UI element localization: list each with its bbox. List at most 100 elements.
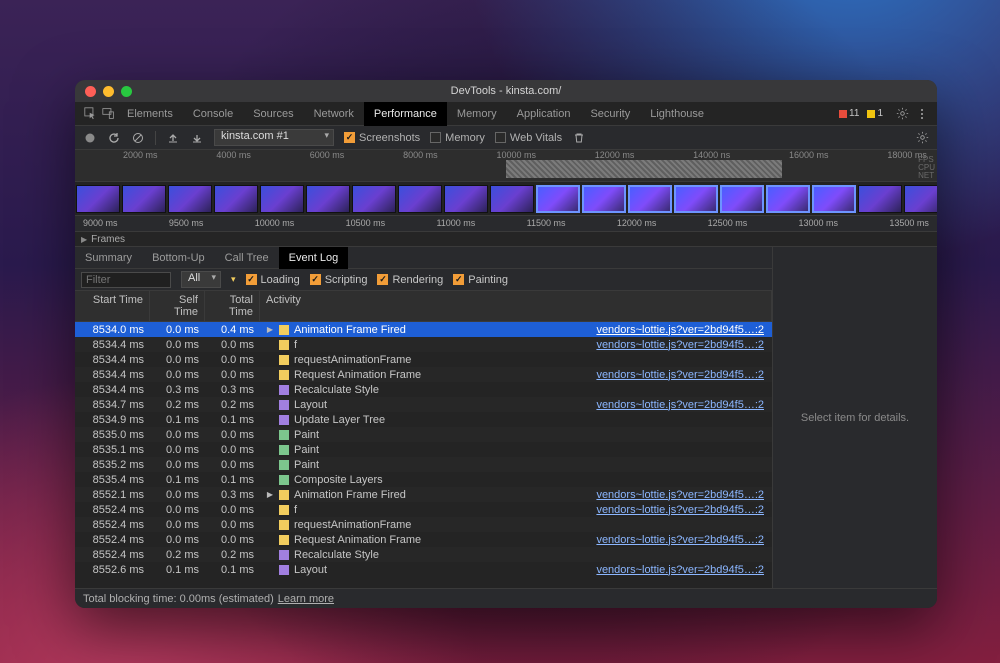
col-self-time[interactable]: Self Time: [150, 291, 205, 321]
maximize-icon[interactable]: [121, 86, 132, 97]
frame-thumbnail[interactable]: [352, 185, 396, 213]
table-row[interactable]: 8552.4 ms0.0 ms0.0 msRequest Animation F…: [75, 532, 772, 547]
category-swatch-icon: [279, 460, 289, 470]
upload-icon[interactable]: [166, 131, 180, 145]
event-log-filterbar: All ▾ ✓Loading ✓Scripting ✓Rendering ✓Pa…: [75, 269, 772, 291]
settings-gear-icon[interactable]: [893, 105, 911, 123]
frame-thumbnail[interactable]: [444, 185, 488, 213]
frame-thumbnail[interactable]: [628, 185, 672, 213]
duration-filter-select[interactable]: All: [181, 271, 221, 288]
frame-thumbnail[interactable]: [858, 185, 902, 213]
col-total-time[interactable]: Total Time: [205, 291, 260, 321]
frame-thumbnail[interactable]: [168, 185, 212, 213]
frame-thumbnail[interactable]: [122, 185, 166, 213]
table-row[interactable]: 8534.9 ms0.1 ms0.1 msUpdate Layer Tree: [75, 412, 772, 427]
table-row[interactable]: 8535.0 ms0.0 ms0.0 msPaint: [75, 427, 772, 442]
frame-thumbnail[interactable]: [214, 185, 258, 213]
source-link[interactable]: vendors~lottie.js?ver=2bd94f5…:2: [596, 339, 764, 351]
frame-thumbnail[interactable]: [306, 185, 350, 213]
tab-network[interactable]: Network: [304, 102, 364, 126]
subtab-call-tree[interactable]: Call Tree: [215, 247, 279, 269]
error-count-badge[interactable]: 11: [835, 108, 863, 119]
learn-more-link[interactable]: Learn more: [278, 593, 334, 605]
frame-thumbnail[interactable]: [674, 185, 718, 213]
frame-thumbnail[interactable]: [812, 185, 856, 213]
table-row[interactable]: 8534.4 ms0.0 ms0.0 msrequestAnimationFra…: [75, 352, 772, 367]
warning-count-badge[interactable]: 1: [863, 108, 887, 119]
subtab-event-log[interactable]: Event Log: [279, 247, 349, 269]
tab-console[interactable]: Console: [183, 102, 243, 126]
rendering-checkbox[interactable]: ✓Rendering: [377, 274, 443, 286]
source-link[interactable]: vendors~lottie.js?ver=2bd94f5…:2: [596, 399, 764, 411]
col-start-time[interactable]: Start Time: [75, 291, 150, 321]
expand-toggle-icon[interactable]: ▶: [266, 325, 274, 334]
close-icon[interactable]: [85, 86, 96, 97]
frame-thumbnail[interactable]: [490, 185, 534, 213]
frame-thumbnail[interactable]: [76, 185, 120, 213]
table-row[interactable]: 8534.4 ms0.0 ms0.0 msRequest Animation F…: [75, 367, 772, 382]
tab-application[interactable]: Application: [507, 102, 581, 126]
tab-sources[interactable]: Sources: [243, 102, 303, 126]
table-row[interactable]: 8535.2 ms0.0 ms0.0 msPaint: [75, 457, 772, 472]
timeline-overview[interactable]: 2000 ms4000 ms6000 ms8000 ms10000 ms1200…: [75, 150, 937, 182]
table-row[interactable]: 8535.4 ms0.1 ms0.1 msComposite Layers: [75, 472, 772, 487]
table-row[interactable]: 8534.4 ms0.0 ms0.0 msfvendors~lottie.js?…: [75, 337, 772, 352]
table-row[interactable]: 8552.4 ms0.0 ms0.0 msrequestAnimationFra…: [75, 517, 772, 532]
scripting-checkbox[interactable]: ✓Scripting: [310, 274, 368, 286]
col-activity[interactable]: Activity: [260, 291, 772, 321]
frame-thumbnail[interactable]: [536, 185, 580, 213]
recording-select[interactable]: kinsta.com #1: [214, 129, 334, 146]
table-row[interactable]: 8552.1 ms0.0 ms0.3 ms▶Animation Frame Fi…: [75, 487, 772, 502]
tab-lighthouse[interactable]: Lighthouse: [640, 102, 714, 126]
tab-security[interactable]: Security: [580, 102, 640, 126]
frame-thumbnail[interactable]: [582, 185, 626, 213]
source-link[interactable]: vendors~lottie.js?ver=2bd94f5…:2: [596, 504, 764, 516]
device-toggle-icon[interactable]: [99, 105, 117, 123]
table-row[interactable]: 8552.6 ms0.1 ms0.1 msLayoutvendors~lotti…: [75, 562, 772, 577]
source-link[interactable]: vendors~lottie.js?ver=2bd94f5…:2: [596, 324, 764, 336]
traffic-lights: [85, 86, 132, 97]
source-link[interactable]: vendors~lottie.js?ver=2bd94f5…:2: [596, 489, 764, 501]
frame-thumbnail[interactable]: [904, 185, 937, 213]
frames-track-header[interactable]: ▶Frames: [75, 232, 937, 247]
category-swatch-icon: [279, 475, 289, 485]
frame-thumbnail[interactable]: [260, 185, 304, 213]
tab-elements[interactable]: Elements: [117, 102, 183, 126]
tab-memory[interactable]: Memory: [447, 102, 507, 126]
tab-performance[interactable]: Performance: [364, 102, 447, 126]
subtab-bottom-up[interactable]: Bottom-Up: [142, 247, 215, 269]
table-row[interactable]: 8552.4 ms0.2 ms0.2 msRecalculate Style: [75, 547, 772, 562]
table-row[interactable]: 8534.7 ms0.2 ms0.2 msLayoutvendors~lotti…: [75, 397, 772, 412]
loading-checkbox[interactable]: ✓Loading: [246, 274, 300, 286]
performance-toolbar: kinsta.com #1 ✓Screenshots Memory Web Vi…: [75, 126, 937, 150]
frames-strip[interactable]: [75, 182, 937, 216]
timeline-ruler[interactable]: 9000 ms9500 ms10000 ms10500 ms11000 ms11…: [75, 216, 937, 232]
table-row[interactable]: 8535.1 ms0.0 ms0.0 msPaint: [75, 442, 772, 457]
capture-settings-gear-icon[interactable]: [915, 131, 929, 145]
kebab-menu-icon[interactable]: [913, 105, 931, 123]
painting-checkbox[interactable]: ✓Painting: [453, 274, 508, 286]
download-icon[interactable]: [190, 131, 204, 145]
frame-thumbnail[interactable]: [766, 185, 810, 213]
record-icon[interactable]: [83, 131, 97, 145]
frame-thumbnail[interactable]: [398, 185, 442, 213]
memory-checkbox[interactable]: Memory: [430, 132, 485, 144]
source-link[interactable]: vendors~lottie.js?ver=2bd94f5…:2: [596, 534, 764, 546]
table-row[interactable]: 8534.0 ms0.0 ms0.4 ms▶Animation Frame Fi…: [75, 322, 772, 337]
minimize-icon[interactable]: [103, 86, 114, 97]
table-row[interactable]: 8534.4 ms0.3 ms0.3 msRecalculate Style: [75, 382, 772, 397]
clear-icon[interactable]: [131, 131, 145, 145]
subtab-summary[interactable]: Summary: [75, 247, 142, 269]
expand-toggle-icon[interactable]: ▶: [266, 490, 274, 499]
source-link[interactable]: vendors~lottie.js?ver=2bd94f5…:2: [596, 369, 764, 381]
trash-icon[interactable]: [572, 131, 586, 145]
webvitals-checkbox[interactable]: Web Vitals: [495, 132, 562, 144]
screenshots-checkbox[interactable]: ✓Screenshots: [344, 132, 420, 144]
frame-thumbnail[interactable]: [720, 185, 764, 213]
main-tabs: ElementsConsoleSourcesNetworkPerformance…: [75, 102, 937, 126]
source-link[interactable]: vendors~lottie.js?ver=2bd94f5…:2: [596, 564, 764, 576]
filter-input[interactable]: [81, 272, 171, 288]
reload-icon[interactable]: [107, 131, 121, 145]
inspect-icon[interactable]: [81, 105, 99, 123]
table-row[interactable]: 8552.4 ms0.0 ms0.0 msfvendors~lottie.js?…: [75, 502, 772, 517]
